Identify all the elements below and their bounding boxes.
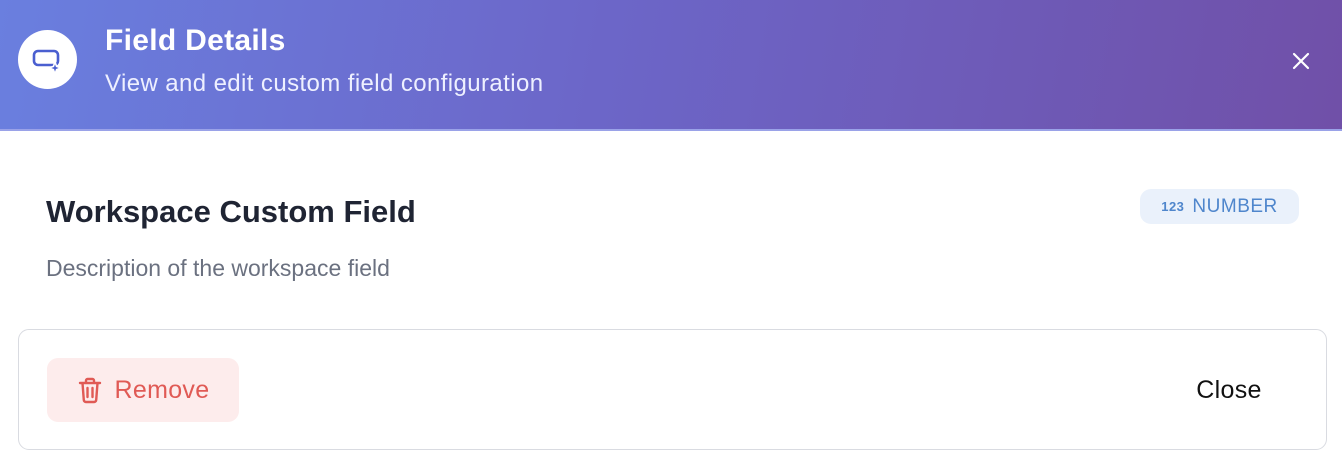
close-modal-button[interactable] [1286, 46, 1316, 76]
modal-header: Field Details View and edit custom field… [0, 0, 1342, 131]
trash-icon [78, 377, 101, 404]
modal-title: Field Details [105, 24, 286, 57]
modal-footer: Remove Close [18, 329, 1327, 450]
close-icon [1292, 52, 1310, 70]
custom-field-sparkle-icon [32, 49, 63, 76]
field-description: Description of the workspace field [46, 255, 390, 281]
remove-label: Remove [114, 375, 210, 404]
close-label: Close [1196, 375, 1262, 404]
close-button[interactable]: Close [1169, 364, 1289, 416]
remove-field-button[interactable]: Remove [47, 358, 239, 422]
field-name: Workspace Custom Field [46, 194, 416, 229]
field-type-badge: 123 NUMBER [1140, 189, 1299, 224]
field-type-label: NUMBER [1192, 195, 1278, 217]
modal-subtitle: View and edit custom field configuration [105, 70, 544, 97]
header-icon-badge [18, 30, 77, 89]
number-type-icon: 123 [1161, 199, 1185, 214]
